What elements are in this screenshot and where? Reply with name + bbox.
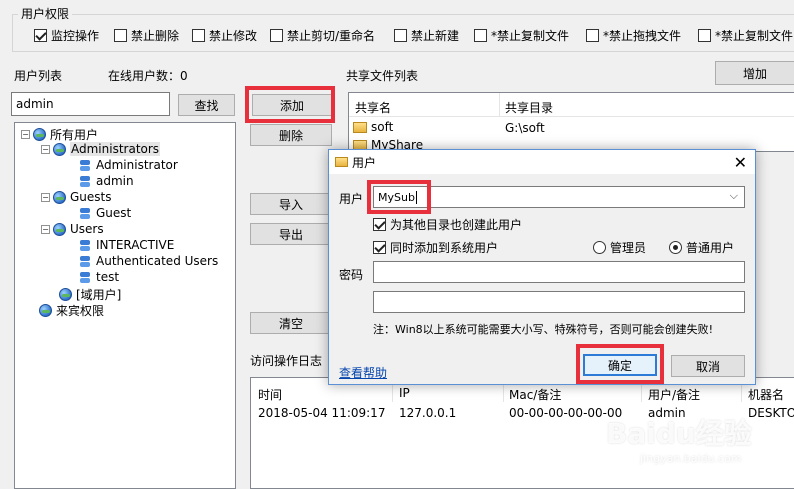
user-icon: [79, 271, 92, 284]
globe-icon: [59, 288, 72, 301]
checkbox[interactable]: [114, 29, 127, 42]
perm-no-copy-2[interactable]: *禁止复制文件: [698, 27, 793, 44]
dialog-title: 用户: [352, 155, 377, 170]
user-list-label: 用户列表: [14, 69, 63, 83]
cancel-button[interactable]: 取消: [671, 355, 745, 377]
radio[interactable]: [593, 241, 606, 254]
share-row[interactable]: soft: [353, 120, 393, 134]
globe-icon: [33, 128, 46, 141]
checkbox[interactable]: [270, 29, 283, 42]
export-button[interactable]: 导出: [250, 223, 332, 245]
col-user[interactable]: 用户/备注: [648, 386, 700, 403]
user-label: 用户: [339, 192, 364, 206]
dialog-titlebar[interactable]: 用户 ✕: [329, 150, 755, 174]
tree-test[interactable]: test: [79, 270, 119, 284]
online-users-label: 在线用户数：0: [108, 69, 188, 83]
col-machine[interactable]: 机器名: [748, 386, 784, 403]
share-list[interactable]: 共享名 共享目录 soft G:\soft MyShare: [348, 92, 794, 152]
add-share-button[interactable]: 增加: [715, 61, 794, 85]
globe-icon: [53, 142, 66, 156]
highlight-user-field: [367, 180, 431, 214]
globe-icon: [39, 304, 52, 317]
highlight-ok-button: [576, 344, 664, 384]
perm-no-copy[interactable]: *禁止复制文件: [474, 27, 569, 44]
tree-interactive[interactable]: INTERACTIVE: [79, 238, 174, 252]
tree-users-group[interactable]: − Users: [41, 222, 104, 236]
tree-guests[interactable]: − Guests: [41, 190, 112, 204]
tree-admin[interactable]: admin: [79, 174, 134, 188]
checkbox[interactable]: [192, 29, 205, 42]
user-icon: [79, 159, 92, 172]
checkbox[interactable]: [34, 29, 47, 42]
perm-no-cut-rename[interactable]: 禁止剪切/重命名: [270, 27, 375, 44]
opt-create-other-dirs[interactable]: 为其他目录也创建此用户: [373, 216, 522, 233]
share-header: 共享名 共享目录: [349, 93, 794, 117]
close-icon[interactable]: ✕: [734, 153, 747, 172]
radio-normal-user[interactable]: 普通用户: [669, 239, 734, 256]
perm-no-delete[interactable]: 禁止删除: [114, 27, 179, 44]
tree-domain-users[interactable]: [域用户]: [59, 286, 121, 303]
user-icon: [79, 175, 92, 188]
col-share-dir[interactable]: 共享目录: [505, 99, 553, 116]
opt-add-system-user[interactable]: 同时添加到系统用户: [373, 239, 498, 256]
user-search-input[interactable]: admin: [11, 92, 170, 116]
tree-authenticated-users[interactable]: Authenticated Users: [79, 254, 218, 268]
note-text: 注：Win8以上系统可能需要大小写、特殊符号，否则可能会创建失败!: [373, 323, 714, 336]
perm-no-modify[interactable]: 禁止修改: [192, 27, 257, 44]
password-confirm-input[interactable]: [373, 291, 745, 313]
perm-no-create[interactable]: 禁止新建: [394, 27, 459, 44]
permissions-title: 用户权限: [18, 5, 73, 22]
highlight-add-button: [245, 86, 335, 123]
password-input[interactable]: [373, 261, 745, 283]
checkbox[interactable]: [373, 218, 386, 231]
collapse-icon[interactable]: −: [41, 224, 50, 234]
globe-icon: [53, 222, 66, 236]
checkbox[interactable]: [373, 241, 386, 254]
globe-icon: [53, 190, 66, 204]
log-title: 访问操作日志: [250, 354, 323, 368]
watermark-url: jingyan.baidu.com: [640, 452, 742, 465]
collapse-icon[interactable]: −: [21, 130, 30, 139]
user-tree[interactable]: − 所有用户 − Administrators Administrator admi…: [14, 122, 236, 489]
checkbox[interactable]: [698, 29, 711, 42]
share-list-title: 共享文件列表: [346, 69, 419, 83]
col-share-name[interactable]: 共享名: [355, 99, 391, 116]
checkbox[interactable]: [394, 29, 407, 42]
col-time[interactable]: 时间: [258, 386, 282, 403]
user-icon: [79, 207, 92, 220]
col-ip[interactable]: IP: [399, 386, 410, 400]
user-icon: [79, 239, 92, 252]
checkbox[interactable]: [474, 29, 487, 42]
collapse-icon[interactable]: −: [41, 144, 50, 154]
password-label: 密码: [339, 268, 364, 282]
find-button[interactable]: 查找: [178, 94, 235, 116]
user-dialog: 用户 ✕ 用户 MySub ⌵ 为其他目录也创建此用户 同时添加到系统用户 管理…: [328, 149, 756, 385]
perm-monitor[interactable]: 监控操作: [34, 27, 99, 44]
folder-icon: [335, 157, 348, 167]
tree-guest-rights[interactable]: 来宾权限: [39, 302, 104, 319]
tree-administrators[interactable]: − Administrators: [41, 142, 161, 156]
perm-no-drag[interactable]: *禁止拖拽文件: [586, 27, 681, 44]
folder-icon: [353, 121, 367, 133]
help-link[interactable]: 查看帮助: [339, 364, 387, 381]
radio[interactable]: [669, 241, 682, 254]
baidu-watermark: Baidu经验: [606, 417, 752, 450]
checkbox[interactable]: [586, 29, 599, 42]
tree-administrator[interactable]: Administrator: [79, 158, 178, 172]
user-icon: [79, 255, 92, 268]
radio-admin[interactable]: 管理员: [593, 239, 646, 256]
collapse-icon[interactable]: −: [41, 192, 50, 202]
chevron-down-icon[interactable]: ⌵: [730, 189, 738, 203]
delete-user-button[interactable]: 删除: [250, 124, 332, 146]
col-mac[interactable]: Mac/备注: [509, 386, 561, 403]
import-button[interactable]: 导入: [250, 193, 332, 215]
tree-all-users[interactable]: − 所有用户: [21, 126, 98, 143]
tree-guest[interactable]: Guest: [79, 206, 131, 220]
clear-button[interactable]: 清空: [250, 312, 332, 334]
share-row-dir: G:\soft: [505, 121, 545, 135]
